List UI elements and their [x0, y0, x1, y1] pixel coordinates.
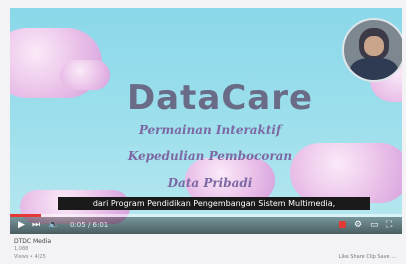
webcam-overlay — [342, 18, 402, 82]
subtitle-line-1: Permainan Interaktif — [138, 123, 282, 137]
channel-name[interactable]: DTDC Media — [14, 238, 51, 245]
time-display: 0:05 / 6:01 — [70, 221, 109, 229]
cloud-left-small — [60, 60, 110, 90]
next-icon[interactable]: ⏭ — [32, 220, 40, 231]
fullscreen-icon[interactable]: ⛶ — [386, 220, 392, 231]
video-title-logo: DataCare — [126, 78, 314, 118]
subtitle-line-2: Kepedulian Pembocoran — [127, 149, 293, 163]
subtitles-icon[interactable]: ■ — [338, 220, 347, 231]
closed-caption: dari Program Pendidikan Pengembangan Sis… — [58, 197, 370, 210]
volume-icon[interactable]: 🔈 — [48, 220, 59, 231]
subscriber-count: 1,088 — [14, 246, 29, 252]
player-controls: ▶ ⏭ 🔈 0:05 / 6:01 ■ ⚙ ▭ ⛶ — [10, 217, 402, 234]
miniplayer-icon[interactable]: ▭ — [370, 220, 379, 231]
play-icon[interactable]: ▶ — [18, 220, 25, 231]
presenter-face — [364, 36, 384, 56]
view-count: Views • 4/25 — [14, 254, 46, 260]
presenter-body — [350, 58, 398, 80]
screen: DataCare Permainan Interaktif Kepedulian… — [0, 0, 406, 264]
video-info: DTDC Media 1,088 Views • 4/25 Like Share… — [10, 237, 402, 264]
action-buttons[interactable]: Like Share Clip Save ... — [339, 254, 396, 260]
gear-icon[interactable]: ⚙ — [354, 220, 362, 231]
subtitle-line-3: Data Pribadi — [167, 176, 253, 190]
